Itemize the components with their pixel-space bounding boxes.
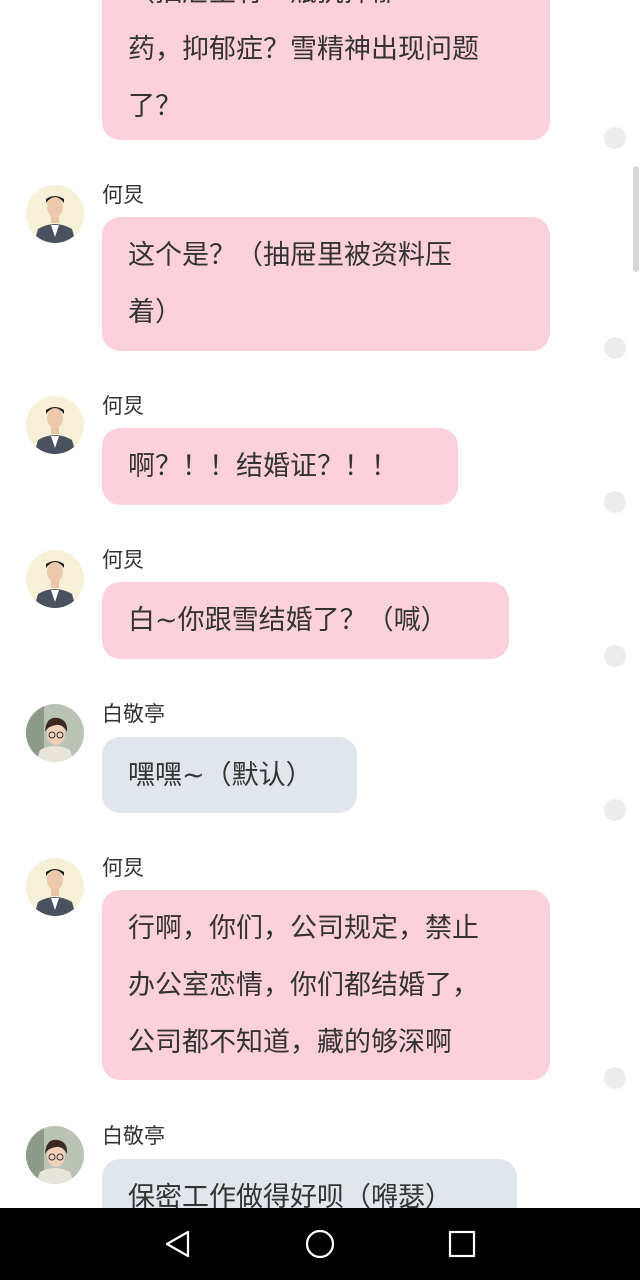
sender-name: 何炅 (102, 856, 144, 880)
message-status-dot[interactable] (604, 645, 626, 667)
message-line: 行啊，你们，公司规定，禁止 (128, 913, 479, 944)
hezhu-icon (26, 550, 84, 608)
message-bubble[interactable]: 行啊，你们，公司规定，禁止 办公室恋情，你们都结婚了， 公司都不知道，藏的够深啊 (102, 890, 550, 1080)
recents-button[interactable] (440, 1222, 484, 1266)
message-status-dot[interactable] (604, 1067, 626, 1089)
message-line: （抽屉里有一瓶抗抑郁 (128, 0, 524, 21)
message-line: 着） (128, 297, 182, 328)
home-circle-icon (305, 1229, 335, 1259)
scrollbar[interactable] (633, 166, 639, 272)
message-bubble[interactable]: 保密工作做得好呗（嘚瑟） (102, 1159, 517, 1208)
message-bubble[interactable]: 白~你跟雪结婚了？（喊） (102, 582, 509, 659)
hezhu-icon (26, 185, 84, 243)
android-navigation-bar (0, 1208, 640, 1280)
hezhu-icon (26, 858, 84, 916)
message-line: 保密工作做得好呗（嘚瑟） (128, 1182, 452, 1208)
message-status-dot[interactable] (604, 491, 626, 513)
chat-screen[interactable]: （抽屉里有一瓶抗抑郁 药，抑郁症？雪精神出现问题 了？ 何炅 这个是？（抽屉里被… (0, 0, 640, 1208)
sender-name: 何炅 (102, 394, 144, 418)
message-bubble[interactable]: 嘿嘿~（默认） (102, 737, 357, 813)
sender-name: 白敬亭 (102, 702, 165, 726)
avatar[interactable] (26, 858, 84, 916)
home-button[interactable] (298, 1222, 342, 1266)
baijingting-icon (26, 1126, 84, 1184)
message-bubble[interactable]: 啊？！！结婚证？！！ (102, 428, 458, 505)
message-status-dot[interactable] (604, 337, 626, 359)
sender-name: 何炅 (102, 183, 144, 207)
message-bubble[interactable]: 这个是？（抽屉里被资料压 着） (102, 217, 550, 351)
message-status-dot[interactable] (604, 127, 626, 149)
message-line: 办公室恋情，你们都结婚了， (128, 970, 479, 1001)
back-triangle-icon (165, 1230, 190, 1258)
message-line: 药，抑郁症？雪精神出现问题 (128, 34, 479, 65)
message-line: 这个是？（抽屉里被资料压 (128, 240, 452, 271)
avatar[interactable] (26, 396, 84, 454)
message-status-dot[interactable] (604, 799, 626, 821)
avatar[interactable] (26, 185, 84, 243)
baijingting-icon (26, 704, 84, 762)
avatar[interactable] (26, 550, 84, 608)
recents-square-icon (448, 1230, 476, 1258)
message-line: 白~你跟雪结婚了？（喊） (128, 605, 448, 636)
message-line: 公司都不知道，藏的够深啊 (128, 1027, 452, 1058)
message-line: 了？ (128, 91, 182, 122)
back-button[interactable] (156, 1222, 200, 1266)
hezhu-icon (26, 396, 84, 454)
avatar[interactable] (26, 704, 84, 762)
message-line: 嘿嘿~（默认） (128, 760, 313, 791)
message-bubble[interactable]: （抽屉里有一瓶抗抑郁 药，抑郁症？雪精神出现问题 了？ (102, 0, 550, 140)
sender-name: 何炅 (102, 548, 144, 572)
avatar[interactable] (26, 1126, 84, 1184)
sender-name: 白敬亭 (102, 1124, 165, 1148)
message-line: 啊？！！结婚证？！！ (128, 451, 398, 482)
